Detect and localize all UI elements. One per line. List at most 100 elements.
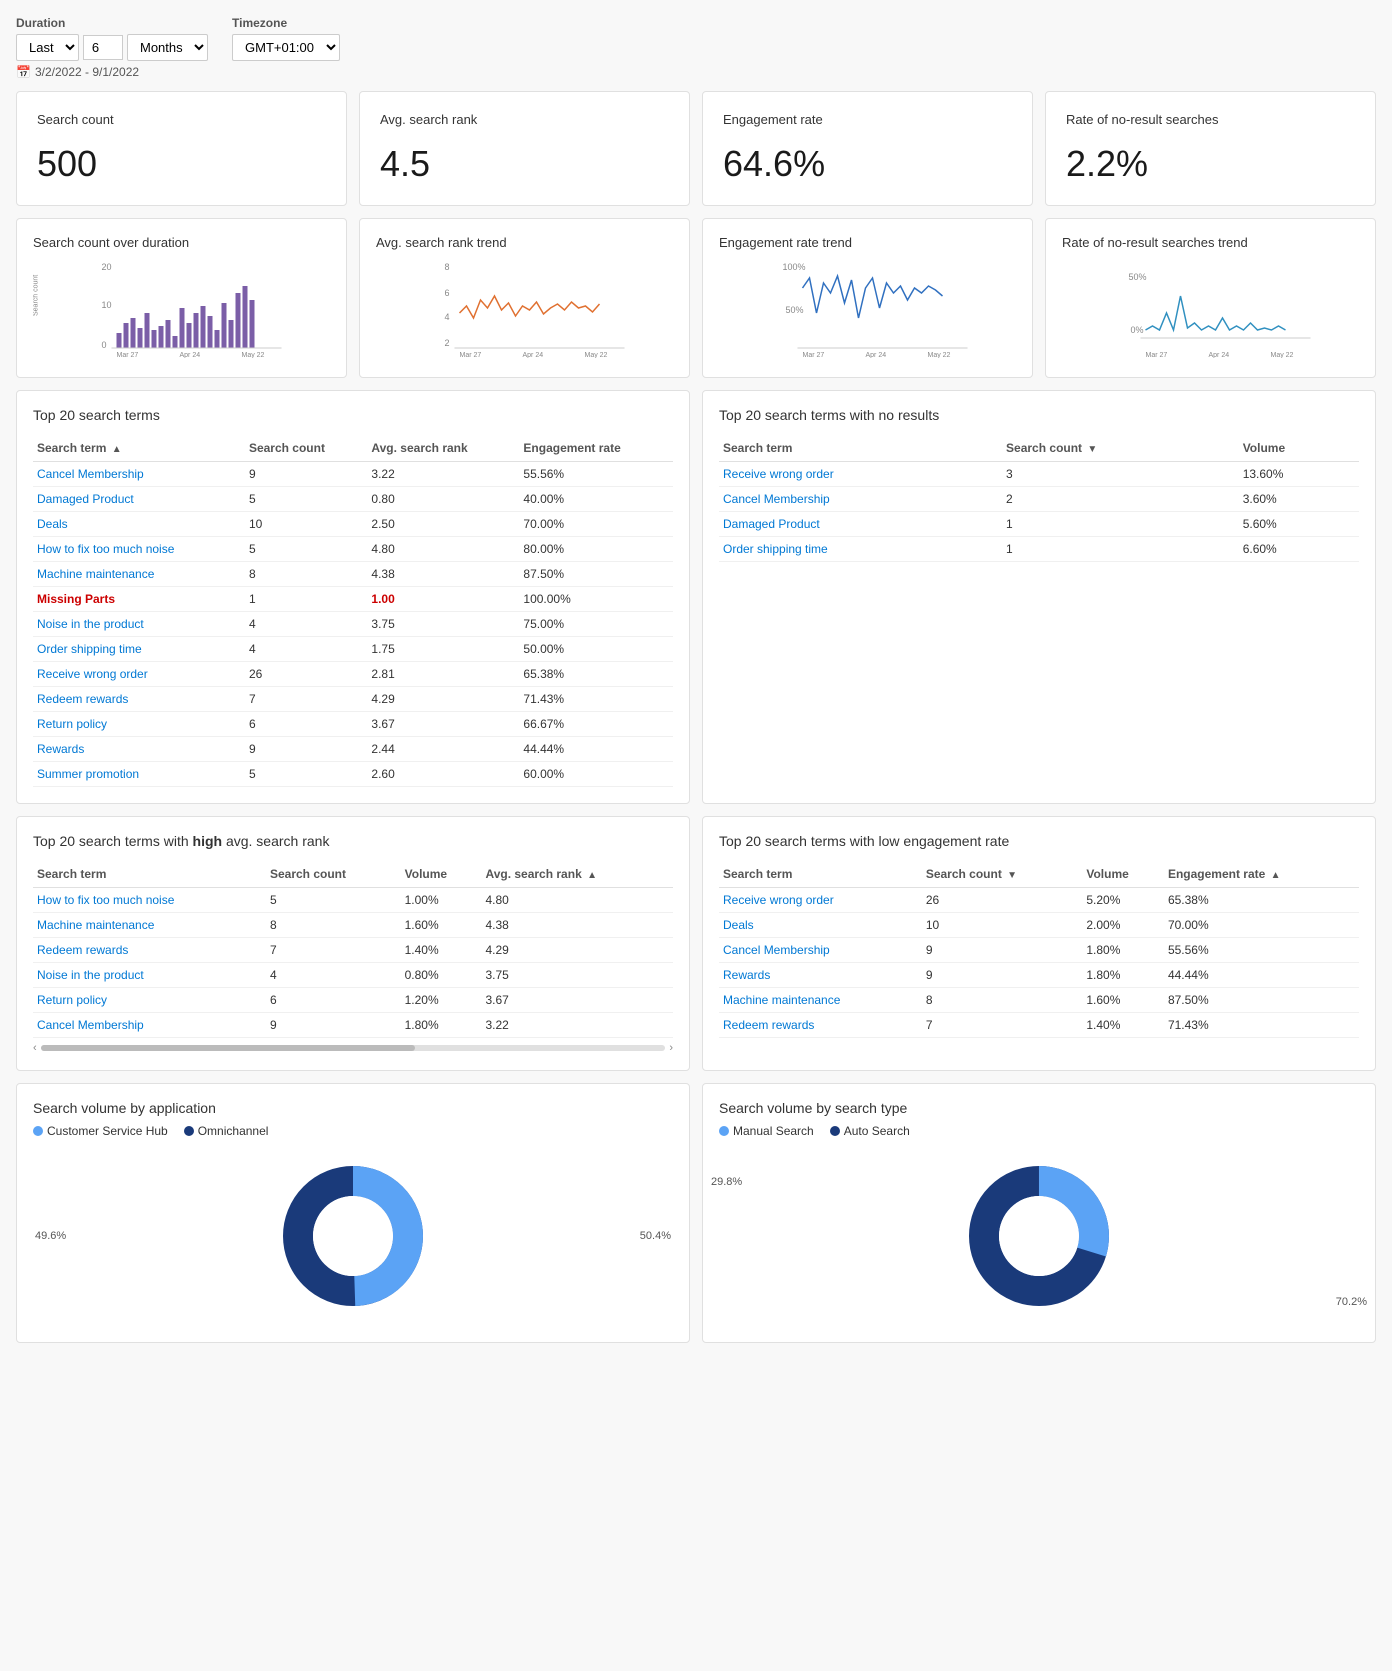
term-cell[interactable]: Damaged Product	[33, 487, 245, 512]
term-cell[interactable]: Noise in the product	[33, 963, 266, 988]
col-nr-volume[interactable]: Volume	[1239, 435, 1359, 462]
timezone-select[interactable]: GMT+01:00 GMT+00:00 GMT-05:00	[232, 34, 340, 61]
term-cell[interactable]: Machine maintenance	[719, 988, 922, 1013]
table-row: Noise in the product 4 3.75 75.00%	[33, 612, 673, 637]
chart-engagement-title: Engagement rate trend	[719, 235, 1016, 250]
volume-cell: 1.20%	[401, 988, 482, 1013]
col-hr-volume[interactable]: Volume	[401, 861, 482, 888]
engagement-cell: 40.00%	[519, 487, 673, 512]
term-cell[interactable]: Receive wrong order	[33, 662, 245, 687]
rank-cell: 2.44	[367, 737, 519, 762]
svg-text:May 22: May 22	[242, 352, 265, 358]
line-chart-rank-svg: 8 6 4 2 Mar 27 Apr 24 May 22	[376, 258, 673, 358]
date-range-text: 3/2/2022 - 9/1/2022	[35, 65, 139, 79]
count-cell: 4	[245, 612, 367, 637]
count-cell: 1	[245, 587, 367, 612]
col-le-count[interactable]: Search count ▼	[922, 861, 1083, 888]
table-row: Summer promotion 5 2.60 60.00%	[33, 762, 673, 787]
term-cell[interactable]: Receive wrong order	[719, 888, 922, 913]
scroll-right-arrow[interactable]: ›	[669, 1042, 673, 1054]
table-row: Receive wrong order 3 13.60%	[719, 462, 1359, 487]
term-cell[interactable]: Return policy	[33, 712, 245, 737]
col-nr-search-term[interactable]: Search term	[719, 435, 1002, 462]
svg-text:50%: 50%	[786, 305, 804, 315]
term-cell[interactable]: Return policy	[33, 988, 266, 1013]
header-controls: Duration Last Months Days Weeks 📅 3/2/20…	[16, 16, 1376, 79]
volume-cell: 1.60%	[401, 913, 482, 938]
term-cell[interactable]: Redeem rewards	[33, 938, 266, 963]
term-cell[interactable]: Cancel Membership	[719, 487, 1002, 512]
col-search-term[interactable]: Search term ▲	[33, 435, 245, 462]
col-hr-term[interactable]: Search term	[33, 861, 266, 888]
volume-cell: 6.60%	[1239, 537, 1359, 562]
term-cell[interactable]: Machine maintenance	[33, 562, 245, 587]
term-cell[interactable]: Missing Parts	[33, 587, 245, 612]
months-select[interactable]: Months Days Weeks	[127, 34, 208, 61]
donut-type-legend: Manual Search Auto Search	[719, 1124, 1359, 1138]
page-container: Duration Last Months Days Weeks 📅 3/2/20…	[0, 0, 1392, 1371]
col-hr-rank[interactable]: Avg. search rank ▲	[481, 861, 673, 888]
scroll-left-arrow[interactable]: ‹	[33, 1042, 37, 1054]
term-cell[interactable]: Noise in the product	[33, 612, 245, 637]
duration-row: Last Months Days Weeks	[16, 34, 208, 61]
table-row: Cancel Membership 9 3.22 55.56%	[33, 462, 673, 487]
term-cell[interactable]: Order shipping time	[719, 537, 1002, 562]
legend-label-auto: Auto Search	[844, 1124, 910, 1138]
term-cell[interactable]: Redeem rewards	[33, 687, 245, 712]
top-search-terms-title: Top 20 search terms	[33, 407, 673, 423]
svg-text:May 22: May 22	[585, 352, 608, 358]
col-nr-count[interactable]: Search count ▼	[1002, 435, 1239, 462]
svg-text:Mar 27: Mar 27	[1146, 352, 1168, 358]
table-row: Damaged Product 5 0.80 40.00%	[33, 487, 673, 512]
term-cell[interactable]: Cancel Membership	[33, 1013, 266, 1038]
col-search-count[interactable]: Search count	[245, 435, 367, 462]
calendar-icon: 📅	[16, 65, 31, 79]
term-cell[interactable]: Deals	[719, 913, 922, 938]
legend-label-omnichannel: Omnichannel	[198, 1124, 269, 1138]
term-cell[interactable]: Deals	[33, 512, 245, 537]
count-cell: 1	[1002, 512, 1239, 537]
col-le-term[interactable]: Search term	[719, 861, 922, 888]
engagement-cell: 44.44%	[1164, 963, 1359, 988]
line-chart-engagement-svg: 100% 50% Mar 27 Apr 24 May 22	[719, 258, 1016, 358]
term-cell[interactable]: Cancel Membership	[719, 938, 922, 963]
chart-no-result-trend: Rate of no-result searches trend 50% 0% …	[1045, 218, 1376, 378]
rank-cell: 4.80	[481, 888, 673, 913]
term-cell[interactable]: How to fix too much noise	[33, 537, 245, 562]
term-cell[interactable]: Machine maintenance	[33, 913, 266, 938]
count-cell: 8	[922, 988, 1083, 1013]
rank-cell: 4.38	[481, 913, 673, 938]
engagement-cell: 80.00%	[519, 537, 673, 562]
term-cell[interactable]: Order shipping time	[33, 637, 245, 662]
term-cell[interactable]: Damaged Product	[719, 512, 1002, 537]
engagement-cell: 50.00%	[519, 637, 673, 662]
engagement-cell: 55.56%	[1164, 938, 1359, 963]
term-cell[interactable]: How to fix too much noise	[33, 888, 266, 913]
count-cell: 7	[245, 687, 367, 712]
term-cell[interactable]: Receive wrong order	[719, 462, 1002, 487]
col-le-engagement[interactable]: Engagement rate ▲	[1164, 861, 1359, 888]
donut-app-title: Search volume by application	[33, 1100, 673, 1116]
engagement-cell: 65.38%	[519, 662, 673, 687]
col-hr-count[interactable]: Search count	[266, 861, 401, 888]
count-cell: 4	[245, 637, 367, 662]
low-engagement-card: Top 20 search terms with low engagement …	[702, 816, 1376, 1071]
term-cell[interactable]: Cancel Membership	[33, 462, 245, 487]
last-select[interactable]: Last	[16, 34, 79, 61]
table-row: Cancel Membership 9 1.80% 55.56%	[719, 938, 1359, 963]
count-cell: 2	[1002, 487, 1239, 512]
col-engagement[interactable]: Engagement rate	[519, 435, 673, 462]
svg-text:Apr 24: Apr 24	[523, 352, 544, 358]
col-avg-rank[interactable]: Avg. search rank	[367, 435, 519, 462]
term-cell[interactable]: Summer promotion	[33, 762, 245, 787]
volume-cell: 2.00%	[1082, 913, 1164, 938]
term-cell[interactable]: Rewards	[719, 963, 922, 988]
table-row: Noise in the product 4 0.80% 3.75	[33, 963, 673, 988]
col-le-volume[interactable]: Volume	[1082, 861, 1164, 888]
table-row: Redeem rewards 7 4.29 71.43%	[33, 687, 673, 712]
term-cell[interactable]: Rewards	[33, 737, 245, 762]
no-results-terms-table: Search term Search count ▼ Volume Receiv…	[719, 435, 1359, 562]
term-cell[interactable]: Redeem rewards	[719, 1013, 922, 1038]
duration-number-input[interactable]	[83, 35, 123, 60]
count-cell: 1	[1002, 537, 1239, 562]
